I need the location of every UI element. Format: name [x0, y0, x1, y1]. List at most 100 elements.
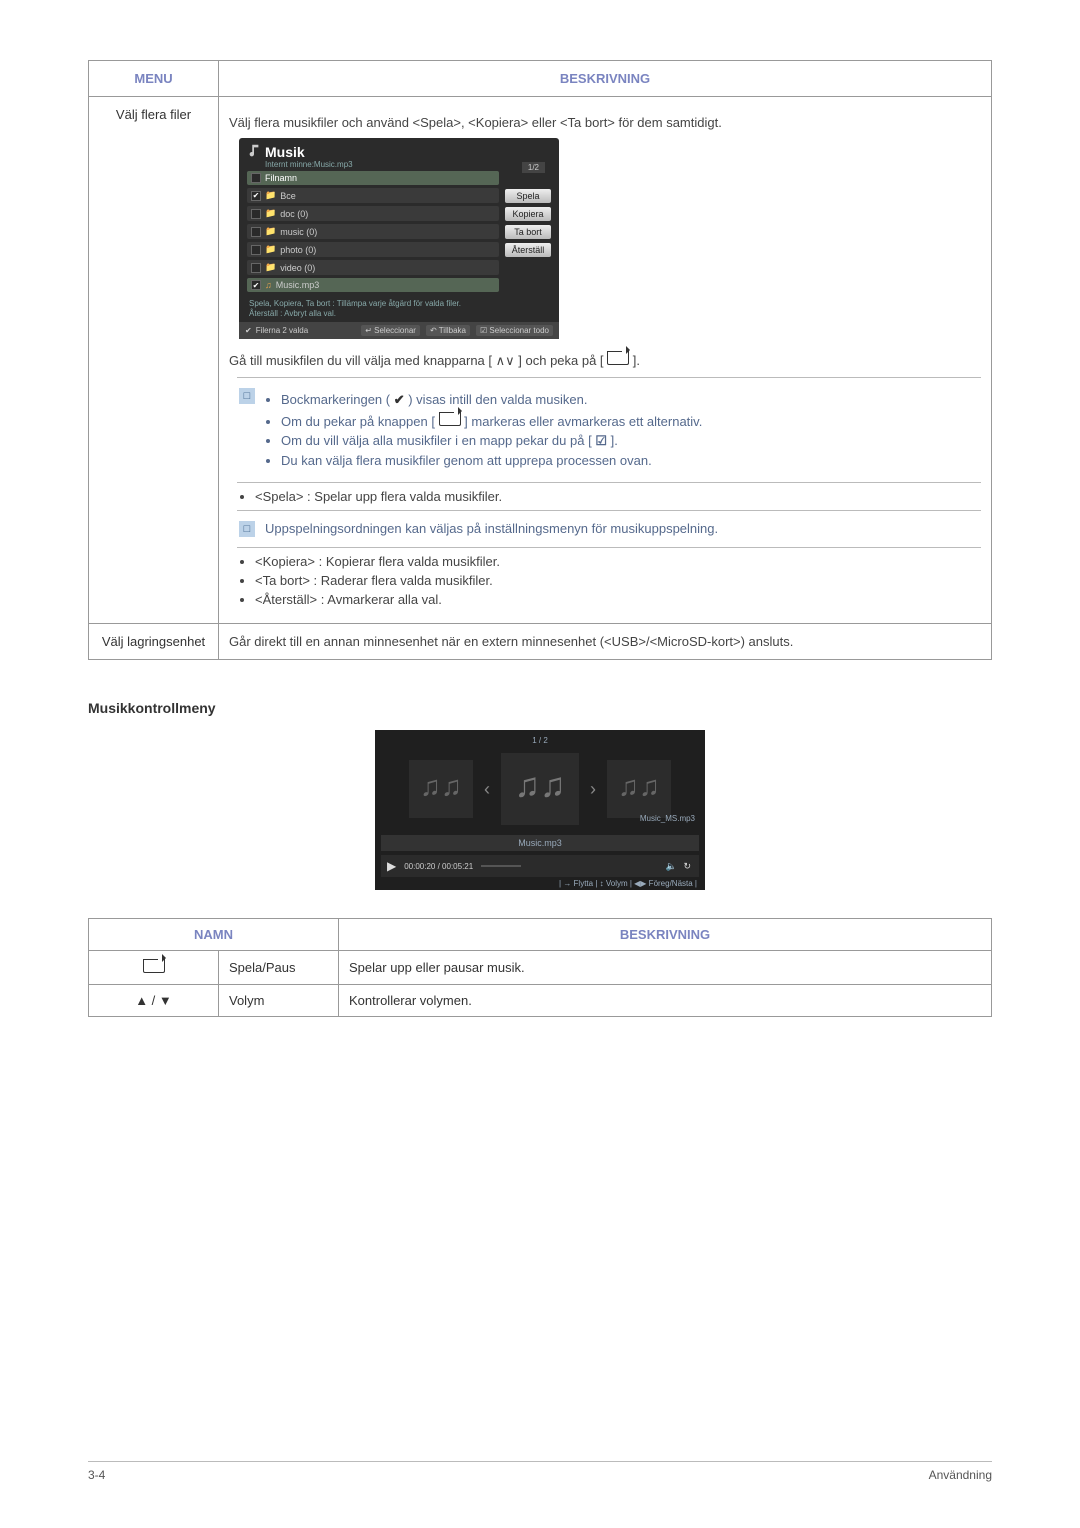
folder-icon: 📁 [265, 244, 276, 255]
action-list: <Kopiera> : Kopierar flera valda musikfi… [229, 554, 981, 607]
row1-desc: Välj flera musikfiler och använd <Spela>… [219, 97, 992, 624]
mm-footer: ✔Filerna 2 valda ↵ Seleccionar ↶ Tillbak… [239, 322, 559, 339]
note-block: □ Bockmarkeringen ( ✔ ) visas intill den… [229, 384, 981, 476]
list-item: Du kan välja flera musikfiler genom att … [281, 453, 702, 468]
row1-para2: Gå till musikfilen du vill välja med kna… [229, 351, 981, 369]
enter-icon [439, 412, 461, 426]
selectall-icon: ☑ [595, 433, 607, 448]
text: Om du vill välja alla musikfiler i en ma… [281, 433, 595, 448]
prev-icon[interactable]: ‹ [479, 779, 495, 800]
divider [237, 547, 981, 548]
delete-button[interactable]: Ta bort [505, 225, 551, 239]
note-text: Uppspelningsordningen kan väljas på inst… [265, 521, 718, 536]
mp-next-caption: Music_MS.mp3 [640, 814, 695, 823]
row2-left: Välj lagringsenhet [89, 624, 219, 660]
checkbox-icon [251, 191, 261, 201]
list-item: <Spela> : Spelar upp flera valda musikfi… [255, 489, 981, 504]
th-desc: BESKRIVNING [339, 919, 992, 951]
page-number: 3-4 [88, 1468, 105, 1482]
music-note-icon: ♫♫ [618, 771, 660, 803]
music-player-mock: 1 / 2 ♫♫ ‹ ♫♫ › ♫♫ Music_MS.mp3 Music.mp… [375, 730, 705, 890]
selectall-icon: ☑ [480, 326, 487, 335]
copy-button[interactable]: Kopiera [505, 207, 551, 221]
mp-pager: 1 / 2 [381, 736, 699, 747]
list-item: <Ta bort> : Raderar flera valda musikfil… [255, 573, 981, 588]
album-art-current: ♫♫ [501, 753, 579, 825]
info-icon: □ [239, 388, 255, 404]
mp-time: 00:00:20 / 00:05:21 [404, 862, 473, 871]
text: ] och peka på [ [515, 353, 608, 368]
text: ]. [607, 433, 618, 448]
mp-current-track: Music.mp3 [381, 835, 699, 851]
list-item: Bce [280, 191, 296, 201]
checkbox-icon [251, 227, 261, 237]
text: Gå till musikfilen du vill välja med kna… [229, 353, 496, 368]
play-button[interactable]: Spela [505, 189, 551, 203]
music-browser-mock: Musik Internt minne:Music.mp3 1/2 Filnam… [239, 138, 559, 339]
mp-status-icons: 🔈 ↻ [666, 861, 693, 872]
table-row: Spela/Paus Spelar upp eller pausar musik… [89, 951, 992, 985]
enter-icon [607, 351, 629, 365]
row1-left: Välj flera filer [89, 97, 219, 624]
text: ) visas intill den valda musiken. [405, 392, 588, 407]
music-note-icon: ♫♫ [420, 771, 462, 803]
list-item: Om du pekar på knappen [ ] markeras elle… [281, 412, 702, 429]
mm-footer-back: Tillbaka [439, 326, 466, 335]
mp-progress-bar: ▶ 00:00:20 / 00:05:21 🔈 ↻ [381, 855, 699, 877]
back-icon: ↶ [430, 326, 437, 335]
mm-pager: 1/2 [522, 162, 545, 173]
checkbox-icon [251, 280, 261, 290]
text: Bockmarkeringen ( [281, 392, 394, 407]
ctrl-symbol: ▲ / ▼ [89, 985, 219, 1017]
table-row: ▲ / ▼ Volym Kontrollerar volymen. [89, 985, 992, 1017]
th-menu: MENU [89, 61, 219, 97]
th-desc: BESKRIVNING [219, 61, 992, 97]
section-heading: Musikkontrollmeny [88, 700, 992, 716]
page-section: Användning [929, 1468, 992, 1482]
control-table: NAMN BESKRIVNING Spela/Paus Spelar upp e… [88, 918, 992, 1017]
up-down-icon: ∧∨ [496, 353, 515, 368]
divider [237, 482, 981, 483]
table-row: Välj flera filer Välj flera musikfiler o… [89, 97, 992, 624]
folder-icon: 📁 [265, 208, 276, 219]
mp-hint-footer: | → Flytta | ↕ Volym | ◀▶ Föreg/Nästa | [381, 877, 699, 888]
checkbox-icon [251, 245, 261, 255]
mm-footer-selall: Seleccionar todo [489, 326, 549, 335]
mm-action-buttons: Spela Kopiera Ta bort Återställ [505, 189, 551, 295]
row1-intro: Välj flera musikfiler och använd <Spela>… [229, 115, 981, 130]
row2-desc: Går direkt till en annan minnesenhet när… [219, 624, 992, 660]
ctrl-name: Spela/Paus [219, 951, 339, 985]
mm-header-label: Filnamn [265, 173, 297, 183]
action-list: <Spela> : Spelar upp flera valda musikfi… [229, 489, 981, 504]
folder-icon: 📁 [265, 190, 276, 201]
folder-icon: 📁 [265, 226, 276, 237]
checkbox-icon [251, 209, 261, 219]
table-row: Välj lagringsenhet Går direkt till en an… [89, 624, 992, 660]
ctrl-symbol [89, 951, 219, 985]
mm-hint: Spela, Kopiera, Ta bort : Tillämpa varje… [249, 299, 551, 318]
progress-track [481, 865, 521, 867]
list-item: <Kopiera> : Kopierar flera valda musikfi… [255, 554, 981, 569]
mm-footer-sel: Seleccionar [374, 326, 416, 335]
album-art: ♫♫ [607, 760, 671, 818]
check-icon: ✔ [245, 326, 252, 335]
checkbox-icon [251, 263, 261, 273]
note-block: □ Uppspelningsordningen kan väljas på in… [229, 517, 981, 541]
note-list: Bockmarkeringen ( ✔ ) visas intill den v… [265, 388, 702, 472]
mm-title: Musik [265, 144, 551, 160]
text: ] markeras eller avmarkeras ett alternat… [461, 414, 703, 429]
reset-button[interactable]: Återställ [505, 243, 551, 257]
list-item: music (0) [280, 227, 317, 237]
divider [237, 510, 981, 511]
next-icon[interactable]: › [585, 779, 601, 800]
th-name: NAMN [89, 919, 339, 951]
divider [237, 377, 981, 378]
folder-icon: 📁 [265, 262, 276, 273]
info-icon: □ [239, 521, 255, 537]
ctrl-desc: Spelar upp eller pausar musik. [339, 951, 992, 985]
music-note-icon: ♫♫ [515, 767, 566, 806]
play-icon[interactable]: ▶ [387, 859, 396, 873]
list-item: doc (0) [280, 209, 308, 219]
ctrl-name: Volym [219, 985, 339, 1017]
enter-icon: ↵ [365, 326, 372, 335]
